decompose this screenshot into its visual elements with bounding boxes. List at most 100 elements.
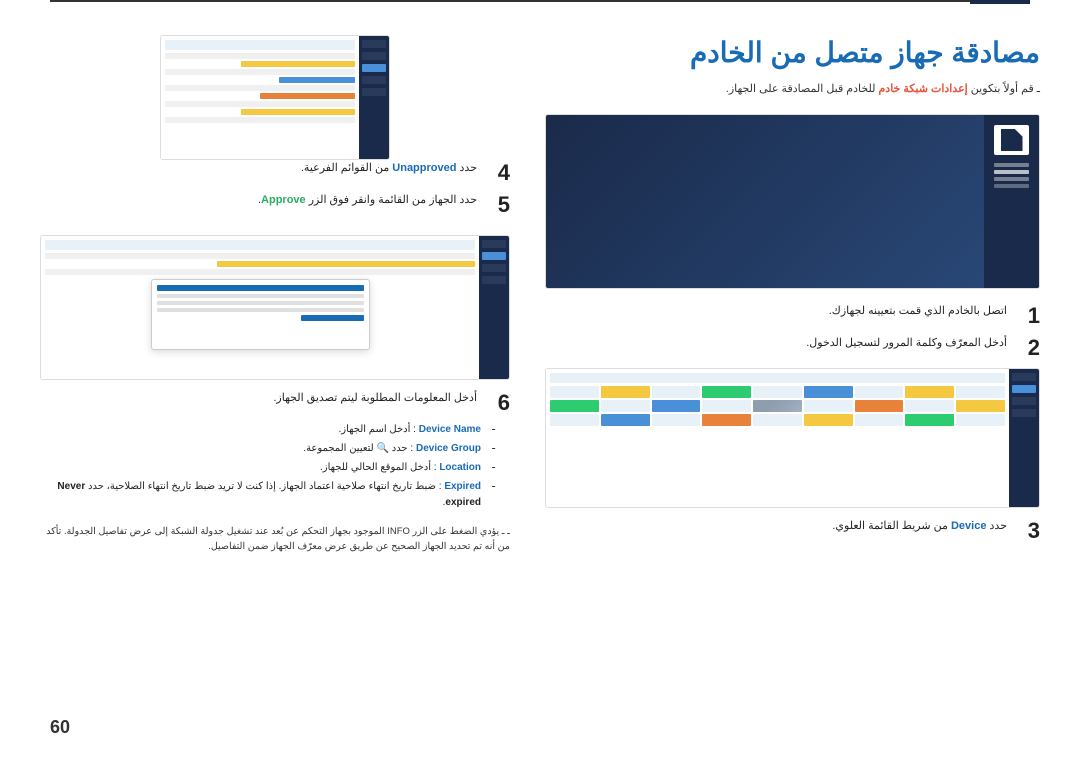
mock-row-4 — [279, 77, 355, 83]
step-5-text: حدد الجهاز من القائمة وانقر فوق الزر App… — [258, 192, 477, 210]
mid-header — [45, 240, 475, 250]
sub-dash-4: ـ — [485, 479, 495, 490]
sub-item-location: ـ Location : أدخل الموقع الحالي للجهاز. — [40, 460, 495, 476]
device-group-text: : حدد 🔍 لتعيين المجموعة. — [303, 443, 413, 454]
approval-dialog — [151, 279, 370, 351]
sidebar-mid-3 — [482, 264, 506, 272]
mock-ui-content — [546, 369, 1039, 507]
cell-1-8 — [601, 386, 650, 398]
step-1-number: 1 — [1015, 303, 1040, 329]
page-container: 60 — [0, 0, 1080, 763]
location-text: : أدخل الموقع الحالي للجهاز. — [320, 462, 437, 473]
mock-content-grid — [546, 369, 1009, 507]
step-4-number: 4 — [485, 160, 510, 186]
device-group-label: Device Group — [416, 443, 481, 454]
mid-row-2 — [217, 261, 475, 267]
sidebar-mid-4 — [482, 276, 506, 284]
step-5-link: Approve — [261, 194, 306, 206]
page-number: 60 — [50, 717, 70, 738]
cell-3-2 — [905, 414, 954, 426]
dialog-field-1 — [157, 294, 364, 298]
sub-desc-1: Device Name : أدخل اسم الجهاز. — [338, 422, 481, 438]
cell-1-5 — [753, 386, 802, 398]
sidebar-mid-1 — [482, 240, 506, 248]
cell-1-1 — [956, 386, 1005, 398]
dialog-title-bar — [157, 285, 364, 291]
intro-text: ـ قم أولاً بتكوين إعدادات شبكة خادم للخا… — [545, 81, 1040, 99]
intro-link: إعدادات شبكة خادم — [879, 83, 968, 95]
cell-2-8 — [601, 400, 650, 412]
device-name-label: Device Name — [419, 424, 481, 435]
step-1-row: 1 اتصل بالخادم الذي قمت بتعيينه لجهازك. — [545, 303, 1040, 329]
grid-row-2 — [550, 400, 1005, 412]
brand-menu-3 — [994, 177, 1029, 181]
cs-sidebar-4 — [1012, 409, 1036, 417]
step-5-prefix: حدد الجهاز من القائمة وانقر فوق الزر — [306, 194, 477, 206]
left-column: 4 حدد Unapproved من القوائم الفرعية. 5 ح… — [40, 35, 510, 738]
cell-2-6 — [702, 400, 751, 412]
sub-dash-2: ـ — [485, 441, 495, 452]
mock-row-5 — [165, 85, 355, 91]
step-1-text: اتصل بالخادم الذي قمت بتعيينه لجهازك. — [829, 303, 1007, 321]
mock-row-2 — [241, 61, 355, 67]
page-title: مصادقة جهاز متصل من الخادم — [545, 35, 1040, 71]
mock-sidebar-mid — [479, 236, 509, 379]
sub-dash-3: ـ — [485, 460, 495, 471]
expired-label: Expired — [444, 481, 481, 492]
cell-3-3 — [855, 414, 904, 426]
top-screenshot — [160, 35, 390, 160]
mock-row-9 — [165, 117, 355, 123]
dialog-field-2 — [157, 301, 364, 305]
mock-row-8 — [241, 109, 355, 115]
dialog-approve-btn — [301, 315, 363, 321]
step-4-prefix: حدد — [456, 162, 477, 174]
brand-sidebar — [984, 115, 1039, 288]
step-4-link: Unapproved — [392, 162, 456, 174]
cs-sidebar-2 — [1012, 385, 1036, 393]
cs-sidebar-3 — [1012, 397, 1036, 405]
sub-desc-2: Device Group : حدد 🔍 لتعيين المجموعة. — [303, 441, 481, 457]
expired-text: : ضبط تاريخ انتهاء صلاحية اعتماد الجهاز.… — [85, 481, 441, 492]
sidebar-item-4 — [362, 76, 386, 84]
mid-row-3 — [45, 269, 475, 275]
cell-3-4 — [804, 414, 853, 426]
location-label: Location — [439, 462, 481, 473]
steps-4-5: 4 حدد Unapproved من القوائم الفرعية. 5 ح… — [40, 160, 510, 225]
step-5-row: 5 حدد الجهاز من القائمة وانقر فوق الزر A… — [40, 192, 510, 218]
cell-3-7 — [652, 414, 701, 426]
top-border-line — [50, 0, 1030, 2]
step-2-text: أدخل المعرّف وكلمة المرور لتسجيل الدخول. — [806, 335, 1007, 353]
dialog-field-3 — [157, 308, 364, 312]
cell-1-6 — [702, 386, 751, 398]
cell-1-2 — [905, 386, 954, 398]
step-3-suffix: من شريط القائمة العلوي. — [832, 520, 951, 532]
sidebar-item-5 — [362, 88, 386, 96]
step-4-text: حدد Unapproved من القوائم الفرعية. — [301, 160, 477, 178]
step-3-row: 3 حدد Device من شريط القائمة العلوي. — [545, 518, 1040, 544]
brand-logo-box — [994, 125, 1029, 155]
content-grid-header — [550, 373, 1005, 383]
mock-ui-top — [161, 36, 389, 159]
top-screenshot-container — [40, 35, 510, 160]
sidebar-item-3 — [362, 64, 386, 72]
step-6-block: 6 أدخل المعلومات المطلوبة ليتم تصديق الج… — [40, 390, 510, 422]
step-2-number: 2 — [1015, 335, 1040, 361]
step-3-prefix: حدد — [986, 520, 1007, 532]
step-3-number: 3 — [1015, 518, 1040, 544]
brand-menu-1 — [994, 163, 1029, 167]
grid-row-1 — [550, 386, 1005, 398]
cell-3-9 — [550, 414, 599, 426]
cell-2-4 — [804, 400, 853, 412]
device-name-text: : أدخل اسم الجهاز. — [338, 424, 415, 435]
brand-screenshot: A powerful and intuitive content managem… — [545, 114, 1040, 289]
sub-desc-4: Expired : ضبط تاريخ انتهاء صلاحية اعتماد… — [40, 479, 481, 511]
step-3-text: حدد Device من شريط القائمة العلوي. — [832, 518, 1007, 536]
cell-2-2 — [905, 400, 954, 412]
sub-item-device-group: ـ Device Group : حدد 🔍 لتعيين المجموعة. — [40, 441, 495, 457]
brand-menu-4 — [994, 184, 1029, 188]
cell-2-7 — [652, 400, 701, 412]
cell-2-3 — [855, 400, 904, 412]
cs-sidebar-1 — [1012, 373, 1036, 381]
mock-content-mid — [41, 236, 479, 379]
step-4-suffix: من القوائم الفرعية. — [301, 162, 392, 174]
